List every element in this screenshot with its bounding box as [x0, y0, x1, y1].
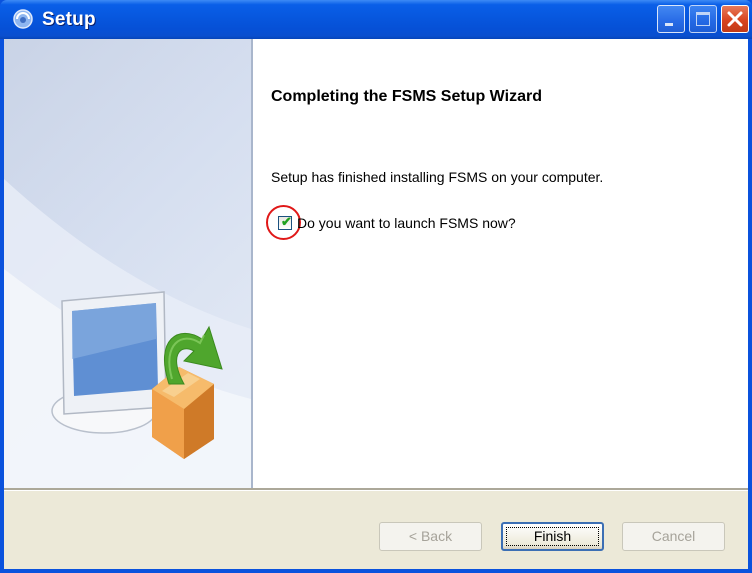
close-button[interactable] — [721, 5, 749, 33]
setup-window: Setup Completing the FSMS Setup Wizard S… — [0, 0, 752, 573]
wizard-client-area: Completing the FSMS Setup Wizard Setup h… — [4, 39, 748, 569]
launch-checkbox-label[interactable]: Do you want to launch FSMS now? — [297, 215, 516, 231]
install-complete-text: Setup has finished installing FSMS on yo… — [271, 169, 604, 185]
title-bar[interactable]: Setup — [0, 0, 752, 39]
wizard-content: Completing the FSMS Setup Wizard Setup h… — [253, 39, 748, 488]
page-title: Completing the FSMS Setup Wizard — [271, 88, 542, 105]
maximize-button[interactable] — [689, 5, 717, 33]
minimize-icon — [665, 23, 673, 26]
minimize-button[interactable] — [657, 5, 685, 33]
cancel-button[interactable]: Cancel — [622, 522, 725, 551]
window-title: Setup — [42, 9, 96, 30]
focus-rectangle — [506, 527, 599, 546]
checkmark-icon: ✔ — [281, 214, 292, 229]
button-area-divider — [4, 488, 748, 491]
install-illustration — [4, 179, 251, 488]
setup-icon — [13, 9, 33, 29]
back-button[interactable]: < Back — [379, 522, 482, 551]
wizard-sidebar — [4, 39, 251, 488]
maximize-icon — [696, 12, 710, 26]
close-icon — [727, 11, 743, 27]
launch-checkbox[interactable]: ✔ — [278, 214, 292, 230]
finish-button[interactable]: Finish — [501, 522, 604, 551]
